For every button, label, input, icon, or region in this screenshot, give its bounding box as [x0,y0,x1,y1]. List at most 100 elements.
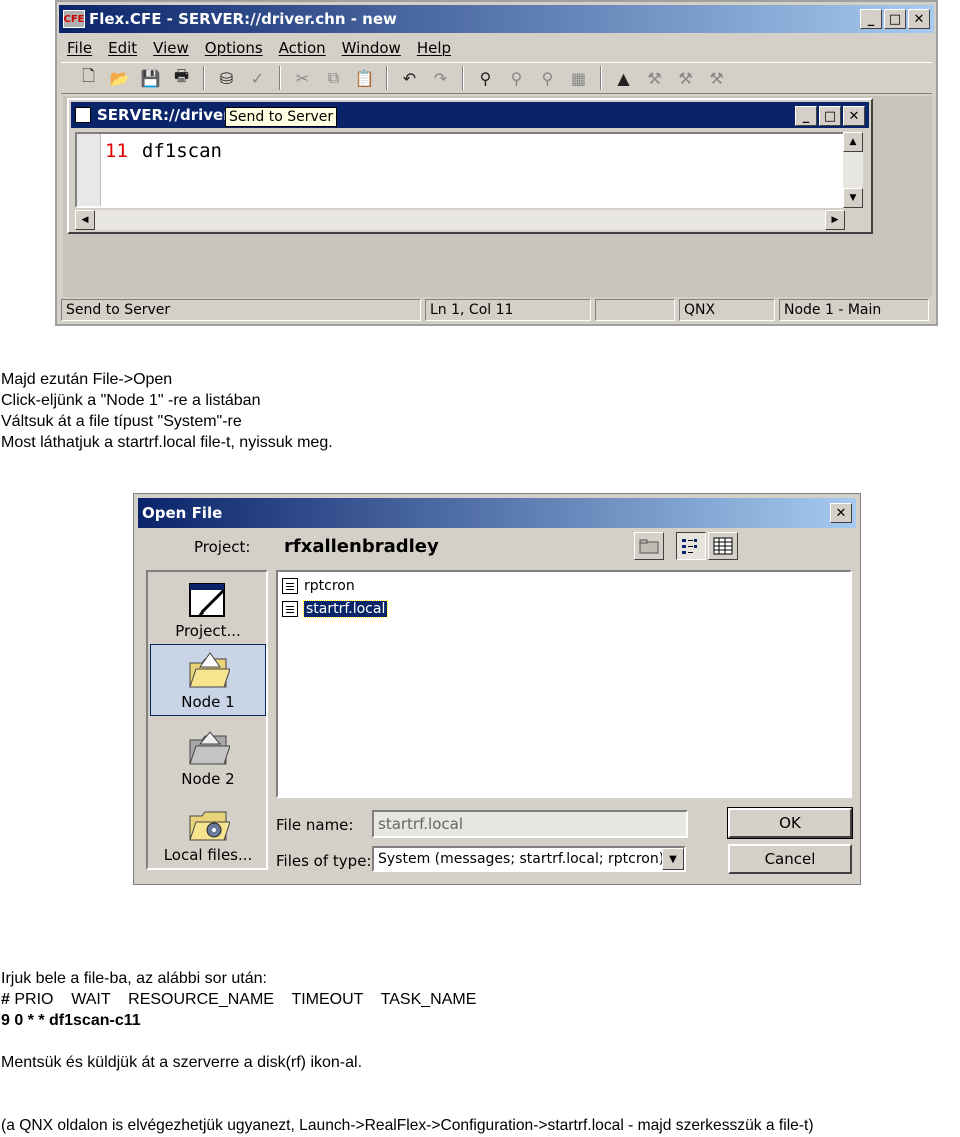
minimize-button[interactable]: _ [860,9,882,29]
undo-icon[interactable]: ↶ [396,65,423,91]
print-icon[interactable]: 🖶 [168,65,195,91]
scroll-up-icon[interactable]: ▲ [843,132,863,152]
file-type-select[interactable]: System (messages; startrf.local; rptcron… [372,846,686,872]
tool-1-icon[interactable]: ⚒ [641,65,668,91]
horizontal-scrollbar[interactable]: ◀ ▶ [75,210,845,230]
file-icon [282,578,298,594]
menu-file[interactable]: File [67,39,92,57]
dialog-title: Open File [142,504,223,522]
copy-icon[interactable]: ⧉ [320,65,347,91]
file-item[interactable]: rptcron [282,576,355,596]
tool-3-icon[interactable]: ⚒ [703,65,730,91]
menu-action[interactable]: Action [279,39,326,57]
open-folder-icon[interactable]: 📂 [106,65,133,91]
startup-entry-line: 9 0 * * df1scan-c11 [1,1012,141,1029]
folder-up-icon [639,539,659,554]
file-name-label: File name: [276,816,354,834]
file-name-input[interactable]: startrf.local [372,810,688,838]
intro-line: Váltsuk át a file típust "System"-re [1,413,242,430]
close-button[interactable]: ✕ [908,9,930,29]
send-to-server-tooltip: Send to Server [225,107,338,127]
details-view-icon [713,537,733,555]
place-label: Node 2 [181,770,235,788]
place-local-files[interactable]: Local files... [150,796,266,868]
send-to-server-icon[interactable]: ⛁ [213,65,240,91]
file-list[interactable]: rptcron startrf.local [276,570,852,798]
instruction-line: Irjuk bele a file-ba, az alábbi sor után… [1,970,267,987]
compile-icon[interactable]: ▲ [610,65,637,91]
scroll-right-icon[interactable]: ▶ [825,210,845,230]
dialog-title-bar[interactable]: Open File ✕ [138,498,856,528]
find-next-icon[interactable]: ⚲ [503,65,530,91]
spell-check-icon[interactable]: ✓ [244,65,271,91]
vertical-scrollbar[interactable]: ▲ ▼ [843,132,863,208]
intro-line: Most láthatjuk a startrf.local file-t, n… [1,434,333,451]
file-icon [282,601,298,617]
place-node-2[interactable]: Node 2 [150,720,266,792]
save-instruction: Mentsük és küldjük át a szerverre a disk… [1,1052,362,1073]
save-line: Mentsük és küldjük át a szerverre a disk… [1,1054,363,1071]
paste-icon[interactable]: 📋 [351,65,378,91]
maximize-button[interactable]: □ [884,9,906,29]
child-maximize-button[interactable]: □ [819,106,841,126]
file-type-value: System (messages; startrf.local; rptcron… [378,851,665,867]
redo-icon[interactable]: ↷ [427,65,454,91]
toolbar: 🗋 📂 💾 🖶 ⛁ ✓ ✂ ⧉ 📋 ↶ ↷ ⚲ ⚲ ⚲ ▦ ▲ ⚒ ⚒ ⚒ [61,62,932,94]
status-os-spacer [595,299,675,321]
editor-gutter [77,134,101,206]
toolbar-separator [203,66,205,90]
places-bar: Project... Node 1 Node 2 Local files... [146,570,268,870]
file-name: rptcron [304,578,355,594]
file-name: startrf.local [302,600,389,618]
instructions: Irjuk bele a file-ba, az alábbi sor után… [1,968,476,1031]
place-node-1[interactable]: Node 1 [150,644,266,716]
menu-help[interactable]: Help [417,39,451,57]
find-icon[interactable]: ⚲ [472,65,499,91]
toolbar-separator [279,66,281,90]
toolbar-separator [386,66,388,90]
status-bar: Send to Server Ln 1, Col 11 QNX Node 1 -… [61,299,932,323]
replace-icon[interactable]: ⚲ [534,65,561,91]
child-window-title: SERVER://driver [97,106,231,124]
new-file-icon[interactable]: 🗋 [75,65,102,91]
table-header-line: # PRIO WAIT RESOURCE_NAME TIMEOUT TASK_N… [1,989,476,1010]
child-close-button[interactable]: ✕ [843,106,865,126]
menu-view[interactable]: View [153,39,189,57]
folder-icon [186,728,231,766]
up-folder-button[interactable] [634,532,664,560]
chevron-down-icon[interactable]: ▼ [662,848,684,870]
local-folder-icon [186,804,231,842]
cancel-button[interactable]: Cancel [728,844,852,874]
tool-2-icon[interactable]: ⚒ [672,65,699,91]
scroll-down-icon[interactable]: ▼ [843,188,863,208]
code-editor[interactable]: 11 df1scan [75,132,845,208]
cut-icon[interactable]: ✂ [289,65,316,91]
cfe-window: CFE Flex.CFE - SERVER://driver.chn - new… [55,0,938,326]
child-minimize-button[interactable]: _ [795,106,817,126]
intro-line: Click-eljünk a "Node 1" -re a listában [1,392,261,409]
place-project[interactable]: Project... [150,572,266,644]
menu-window[interactable]: Window [342,39,401,57]
raw-view-icon[interactable]: ▦ [565,65,592,91]
list-view-button[interactable] [676,532,706,560]
header-columns: PRIO WAIT RESOURCE_NAME TIMEOUT TASK_NAM… [9,991,477,1008]
code-line: 11 df1scan [105,140,222,162]
dialog-close-button[interactable]: ✕ [830,503,852,523]
save-icon[interactable]: 💾 [137,65,164,91]
menu-edit[interactable]: Edit [108,39,137,57]
status-os: QNX [679,299,775,321]
header-hash: # [1,991,10,1008]
cfe-logo-icon: CFE [63,10,85,28]
ok-button[interactable]: OK [727,807,853,839]
status-message: Send to Server [61,299,421,321]
scroll-left-icon[interactable]: ◀ [75,210,95,230]
list-view-icon [682,539,697,554]
child-title-bar[interactable]: SERVER://driver Send to Server _ □ ✕ [71,102,869,128]
place-label: Node 1 [181,693,235,711]
menu-options[interactable]: Options [205,39,263,57]
document-icon [75,107,91,123]
file-item-selected[interactable]: startrf.local [282,599,389,619]
details-view-button[interactable] [708,532,738,560]
cfe-title-bar[interactable]: CFE Flex.CFE - SERVER://driver.chn - new… [59,5,934,33]
project-icon [186,580,230,618]
